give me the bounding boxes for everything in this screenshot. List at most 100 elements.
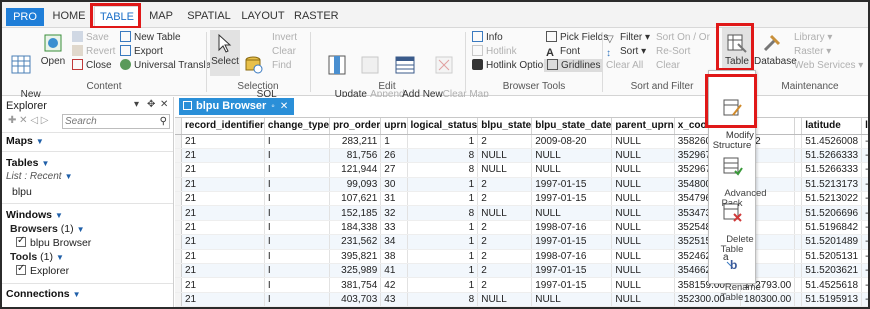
- table-cell[interactable]: 2: [477, 191, 533, 207]
- table-cell[interactable]: NULL: [611, 162, 675, 178]
- table-cell[interactable]: 1: [407, 177, 479, 193]
- table-cell[interactable]: 21: [181, 134, 265, 149]
- table-cell[interactable]: NULL: [611, 191, 675, 207]
- table-cell[interactable]: 26: [380, 148, 408, 164]
- table-cell[interactable]: 1: [407, 220, 479, 236]
- table-cell[interactable]: [794, 277, 803, 293]
- new-table-button[interactable]: New Table: [120, 31, 181, 44]
- table-cell[interactable]: I: [264, 263, 331, 279]
- explorer-toolbar-icon[interactable]: ✚ ✕ ◁ ▷: [8, 115, 48, 126]
- table-cell[interactable]: 231,562: [329, 234, 382, 250]
- table-cell[interactable]: 21: [181, 191, 265, 207]
- table-cell[interactable]: 33: [380, 220, 408, 236]
- find-button[interactable]: Find: [272, 59, 291, 72]
- table-cell[interactable]: 107,621: [329, 191, 382, 207]
- table-cell[interactable]: I: [264, 191, 331, 207]
- close-tab-icon[interactable]: ✕: [280, 101, 288, 112]
- info-button[interactable]: Info: [472, 31, 503, 44]
- table-cell[interactable]: NULL: [531, 148, 613, 164]
- table-row[interactable]: 21I152,185328NULLNULLNULL353473.001851.5…: [175, 205, 868, 221]
- table-cell[interactable]: 30: [380, 177, 408, 193]
- table-cell[interactable]: I: [264, 205, 331, 221]
- tables-section-header[interactable]: Tables ▼: [6, 157, 49, 169]
- table-cell[interactable]: 27: [380, 162, 408, 178]
- table-cell[interactable]: 21: [181, 220, 265, 236]
- table-cell[interactable]: 1998-07-16: [531, 220, 613, 236]
- column-header[interactable]: blpu_state_date: [531, 118, 613, 135]
- table-cell[interactable]: 1: [380, 134, 408, 149]
- browsers-subheader[interactable]: Browsers (1) ▼: [10, 223, 85, 235]
- table-row[interactable]: 21I395,82138121998-07-16NULL352462.00185…: [175, 249, 868, 265]
- table-cell[interactable]: 51.4526008: [801, 134, 863, 149]
- checkbox-icon[interactable]: [16, 235, 26, 247]
- table-cell[interactable]: NULL: [611, 220, 675, 236]
- table-cell[interactable]: 403,703: [329, 292, 382, 307]
- table-cell[interactable]: 51.5205131: [801, 249, 863, 265]
- table-cell[interactable]: [794, 249, 803, 265]
- save-button[interactable]: Save: [72, 31, 109, 44]
- table-cell[interactable]: 1: [407, 134, 479, 149]
- table-cell[interactable]: -2.6528615: [861, 177, 868, 193]
- tab-pro[interactable]: PRO: [6, 8, 44, 26]
- table-cell[interactable]: 21: [181, 234, 265, 250]
- table-row[interactable]: 21I283,2111122009-08-20NULL358260.661725…: [175, 134, 868, 149]
- clear-sort-button[interactable]: Clear: [656, 59, 680, 72]
- table-cell[interactable]: NULL: [477, 292, 533, 307]
- table-cell[interactable]: 43: [380, 292, 408, 307]
- table-cell[interactable]: 2: [477, 263, 533, 279]
- column-header[interactable]: [794, 118, 803, 135]
- table-cell[interactable]: NULL: [611, 249, 675, 265]
- open-button[interactable]: Open: [38, 32, 68, 67]
- tab-map[interactable]: MAP: [144, 6, 178, 27]
- revert-button[interactable]: Revert: [72, 45, 115, 58]
- resort-button[interactable]: Re-Sort: [656, 45, 690, 58]
- clear-selection-button[interactable]: Clear: [272, 45, 296, 58]
- table-cell[interactable]: 51.5201489: [801, 234, 863, 250]
- table-cell[interactable]: 1997-01-15: [531, 191, 613, 207]
- table-cell[interactable]: NULL: [611, 292, 675, 307]
- table-cell[interactable]: 21: [181, 205, 265, 221]
- table-cell[interactable]: 395,821: [329, 249, 382, 265]
- table-cell[interactable]: 1: [407, 191, 479, 207]
- table-cell[interactable]: I: [264, 177, 331, 193]
- table-cell[interactable]: -2.6529180: [861, 191, 868, 207]
- table-cell[interactable]: NULL: [611, 205, 675, 221]
- sort-on-or-button[interactable]: Sort On / Or: [656, 31, 710, 44]
- table-cell[interactable]: 34: [380, 234, 408, 250]
- raster-button[interactable]: Raster ▾: [794, 45, 831, 58]
- table-cell[interactable]: 51.5195913: [801, 292, 863, 307]
- column-header[interactable]: latitude: [801, 118, 863, 135]
- select-button[interactable]: Select: [210, 32, 240, 67]
- table-cell[interactable]: 21: [181, 177, 265, 193]
- column-header[interactable]: longitude: [861, 118, 868, 135]
- explorer-tool-item[interactable]: Explorer: [16, 263, 69, 277]
- table-cell[interactable]: -2.6035375: [861, 277, 868, 293]
- table-cell[interactable]: [794, 292, 803, 307]
- tab-spatial[interactable]: SPATIAL: [184, 6, 234, 27]
- table-cell[interactable]: [794, 234, 803, 250]
- table-cell[interactable]: 21: [181, 263, 265, 279]
- table-cell[interactable]: I: [264, 162, 331, 178]
- browser-grid[interactable]: record_identifier change_type pro_order upr…: [175, 117, 868, 307]
- table-cell[interactable]: 1997-01-15: [531, 177, 613, 193]
- table-cell[interactable]: -2.6857792: [861, 234, 868, 250]
- table-cell[interactable]: NULL: [531, 162, 613, 178]
- table-cell[interactable]: I: [264, 220, 331, 236]
- table-row[interactable]: 21 I 403,703 43 8 NULL NULL NULL 352300.00 180300…: [175, 292, 868, 307]
- table-item-blpu[interactable]: blpu: [12, 186, 32, 198]
- table-cell[interactable]: NULL: [477, 148, 533, 164]
- table-cell[interactable]: 8: [407, 205, 479, 221]
- table-row[interactable]: 21I81,756268NULLNULLNULL352967.001851.52…: [175, 148, 868, 164]
- column-header[interactable]: pro_order: [329, 118, 382, 135]
- table-cell[interactable]: I: [264, 148, 331, 164]
- table-cell[interactable]: -2.6020750: [861, 134, 868, 149]
- table-cell[interactable]: [794, 177, 803, 193]
- table-cell[interactable]: NULL: [477, 162, 533, 178]
- table-cell[interactable]: 51.5266333: [801, 148, 863, 164]
- web-services-button[interactable]: Web Services ▾: [794, 59, 863, 72]
- table-cell[interactable]: 2: [477, 220, 533, 236]
- table-cell[interactable]: 1997-01-15: [531, 234, 613, 250]
- table-cell[interactable]: 51.4525618: [801, 277, 863, 293]
- table-cell[interactable]: 2: [477, 249, 533, 265]
- column-header[interactable]: change_type: [264, 118, 331, 135]
